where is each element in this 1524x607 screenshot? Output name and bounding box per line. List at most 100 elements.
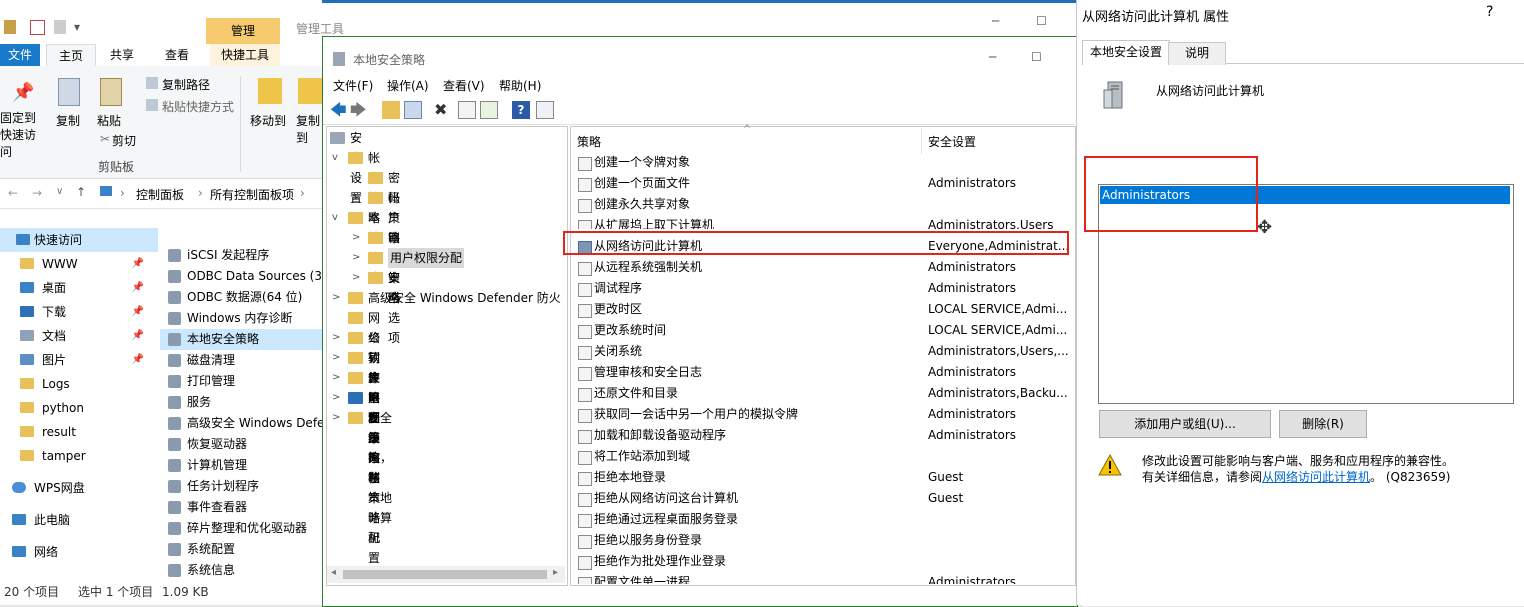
expand-toggle[interactable]: > bbox=[332, 348, 344, 368]
list-item[interactable]: 事件查看器 bbox=[160, 497, 330, 518]
ribbon-tab-file[interactable]: 文件 bbox=[0, 44, 40, 66]
expand-toggle[interactable]: v bbox=[332, 208, 344, 228]
tree-node-user-rights-assignment[interactable]: > 用户权限分配 bbox=[352, 248, 464, 268]
table-row[interactable]: 拒绝本地登录 Guest bbox=[571, 467, 1071, 488]
properties-icon[interactable] bbox=[458, 101, 476, 119]
cut-button[interactable]: 剪切 bbox=[112, 132, 136, 149]
list-item[interactable]: ODBC 数据源(64 位) bbox=[160, 287, 330, 308]
list-item[interactable]: 恢复驱动器 bbox=[160, 434, 330, 455]
expand-toggle[interactable]: > bbox=[352, 188, 364, 208]
table-row[interactable]: 更改时区 LOCAL SERVICE,Admi... bbox=[571, 299, 1071, 320]
table-row[interactable]: 还原文件和目录 Administrators,Backu... bbox=[571, 383, 1071, 404]
paste-shortcut-button[interactable]: 粘贴快捷方式 bbox=[162, 98, 234, 115]
table-row[interactable]: 将工作站添加到域 bbox=[571, 446, 1071, 467]
recent-dropdown-icon[interactable]: ∨ bbox=[56, 186, 63, 197]
minimize-button[interactable]: ─ bbox=[992, 14, 999, 28]
column-header-setting[interactable]: 安全设置 bbox=[928, 133, 976, 150]
address-bar[interactable]: ← → ∨ ↑ › 控制面板 › 所有控制面板项 › bbox=[0, 180, 330, 209]
expand-toggle[interactable]: > bbox=[332, 408, 344, 428]
list-item[interactable]: 系统配置 bbox=[160, 539, 330, 560]
nav-item-quick-access[interactable]: 快速访问 bbox=[0, 228, 158, 252]
list-item[interactable]: ODBC Data Sources (32 bbox=[160, 266, 330, 287]
table-row[interactable]: 从扩展坞上取下计算机 Administrators,Users bbox=[571, 215, 1071, 229]
up-icon[interactable]: ↑ bbox=[76, 185, 86, 199]
breadcrumb-item[interactable]: 控制面板 bbox=[136, 186, 184, 203]
forward-icon[interactable]: → bbox=[32, 186, 42, 200]
nav-item-result[interactable]: result bbox=[0, 420, 158, 444]
maximize-button[interactable]: ☐ bbox=[1036, 14, 1047, 28]
nav-item-python[interactable]: python bbox=[0, 396, 158, 420]
list-item[interactable]: 碎片整理和优化驱动器 bbox=[160, 518, 330, 539]
expand-toggle[interactable]: > bbox=[352, 168, 364, 188]
expand-toggle[interactable]: v bbox=[332, 148, 344, 168]
ribbon-tab-quick-tools[interactable]: 快捷工具 bbox=[210, 44, 280, 66]
table-row[interactable]: 管理审核和安全日志 Administrators bbox=[571, 362, 1071, 383]
horizontal-scrollbar[interactable]: ◂ ▸ bbox=[327, 566, 565, 583]
list-item[interactable]: 高级安全 Windows Defe bbox=[160, 413, 330, 434]
move-to-button[interactable]: 移动到 bbox=[250, 112, 286, 129]
nav-item-tamper[interactable]: tamper bbox=[0, 444, 158, 468]
delete-icon[interactable]: ✖ bbox=[434, 101, 452, 119]
help-button[interactable]: ? bbox=[1486, 4, 1493, 20]
up-folder-icon[interactable] bbox=[382, 101, 400, 119]
table-row[interactable]: 创建一个令牌对象 bbox=[571, 152, 1071, 173]
column-divider[interactable] bbox=[921, 128, 922, 154]
paste-button[interactable]: 粘贴 bbox=[97, 112, 121, 129]
minimize-button[interactable]: ─ bbox=[989, 50, 996, 64]
back-icon[interactable]: 🡄 bbox=[330, 101, 348, 119]
table-row[interactable]: 创建永久共享对象 bbox=[571, 194, 1071, 215]
nav-item-network[interactable]: 网络 bbox=[0, 540, 158, 564]
list-item[interactable]: Windows 内存诊断 bbox=[160, 308, 330, 329]
table-row[interactable]: 拒绝作为批处理作业登录 bbox=[571, 551, 1071, 572]
list-item[interactable]: 打印管理 bbox=[160, 371, 330, 392]
expand-toggle[interactable]: > bbox=[332, 288, 344, 308]
back-icon[interactable]: ← bbox=[8, 186, 18, 200]
list-item-selected[interactable]: 本地安全策略 bbox=[160, 329, 330, 350]
help-link[interactable]: 从网络访问此计算机 bbox=[1262, 470, 1370, 484]
table-row[interactable]: 拒绝以服务身份登录 bbox=[571, 530, 1071, 551]
nav-item-pictures[interactable]: 图片 📌 bbox=[0, 348, 158, 372]
list-item[interactable]: 计算机管理 bbox=[160, 455, 330, 476]
ribbon-tab-view[interactable]: 查看 bbox=[152, 44, 202, 66]
export-list-icon[interactable] bbox=[480, 101, 498, 119]
list-item[interactable]: 磁盘清理 bbox=[160, 350, 330, 371]
tab-explain[interactable]: 说明 bbox=[1168, 42, 1226, 65]
table-row[interactable]: 创建一个页面文件 Administrators bbox=[571, 173, 1071, 194]
list-item[interactable]: 系统信息 bbox=[160, 560, 330, 581]
ribbon-tab-share[interactable]: 共享 bbox=[100, 44, 144, 66]
table-row[interactable]: 更改系统时间 LOCAL SERVICE,Admi... bbox=[571, 320, 1071, 341]
maximize-button[interactable]: ☐ bbox=[1031, 50, 1042, 64]
menu-help[interactable]: 帮助(H) bbox=[499, 77, 541, 94]
list-item[interactable]: iSCSI 发起程序 bbox=[160, 245, 330, 266]
scroll-left-icon[interactable]: ◂ bbox=[331, 567, 336, 578]
list-item[interactable]: 服务 bbox=[160, 392, 330, 413]
scrollbar-thumb[interactable] bbox=[343, 570, 547, 579]
copy-button[interactable]: 复制 bbox=[56, 112, 80, 129]
help-icon[interactable]: ? bbox=[512, 101, 530, 119]
show-action-pane-icon[interactable] bbox=[536, 101, 554, 119]
menu-action[interactable]: 操作(A) bbox=[387, 77, 429, 94]
expand-toggle[interactable]: > bbox=[352, 248, 364, 268]
ribbon-tab-home[interactable]: 主页 bbox=[46, 44, 96, 67]
nav-item-www[interactable]: WWW 📌 bbox=[0, 252, 158, 276]
nav-item-logs[interactable]: Logs bbox=[0, 372, 158, 396]
table-row[interactable]: 配置文件单一进程 Administrators bbox=[571, 572, 1071, 584]
expand-toggle[interactable]: > bbox=[352, 268, 364, 288]
expand-toggle[interactable]: > bbox=[332, 328, 344, 348]
breadcrumb-item[interactable]: 所有控制面板项 bbox=[210, 186, 294, 203]
menu-view[interactable]: 查看(V) bbox=[443, 77, 485, 94]
show-hide-tree-icon[interactable] bbox=[404, 101, 422, 119]
add-user-or-group-button[interactable]: 添加用户或组(U)... bbox=[1099, 410, 1271, 438]
table-row[interactable]: 调试程序 Administrators bbox=[571, 278, 1071, 299]
table-row[interactable]: 获取同一会话中另一个用户的模拟令牌 Administrators bbox=[571, 404, 1071, 425]
forward-icon[interactable]: 🡆 bbox=[350, 101, 368, 119]
column-header-policy[interactable]: 策略 bbox=[577, 133, 601, 150]
expand-toggle[interactable]: > bbox=[352, 228, 364, 248]
tab-local-security-setting[interactable]: 本地安全设置 bbox=[1082, 40, 1170, 65]
nav-item-desktop[interactable]: 桌面 📌 bbox=[0, 276, 158, 300]
nav-item-downloads[interactable]: 下载 📌 bbox=[0, 300, 158, 324]
table-row[interactable]: 拒绝从网络访问这台计算机 Guest bbox=[571, 488, 1071, 509]
nav-item-documents[interactable]: 文档 📌 bbox=[0, 324, 158, 348]
table-row[interactable]: 从远程系统强制关机 Administrators bbox=[571, 257, 1071, 278]
menu-file[interactable]: 文件(F) bbox=[333, 77, 373, 94]
